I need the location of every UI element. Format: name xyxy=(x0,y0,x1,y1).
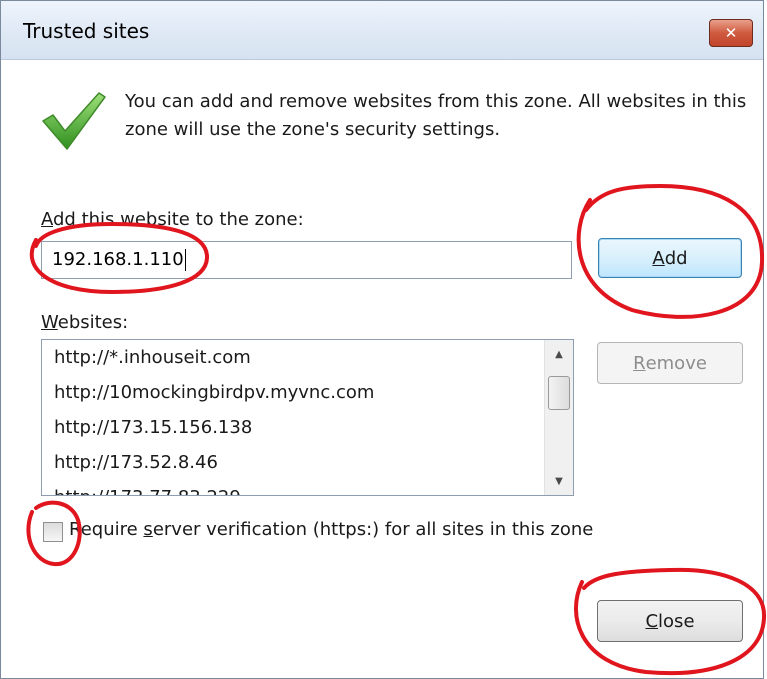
website-url-input[interactable]: 192.168.1.110 xyxy=(41,241,572,279)
trusted-sites-dialog: Trusted sites ✕ You can add and remove w… xyxy=(0,0,764,679)
require-verification-label[interactable]: Require server verification (https:) for… xyxy=(69,519,593,540)
intro-text: You can add and remove websites from thi… xyxy=(125,91,747,140)
websites-list-items: http://*.inhouseit.com http://10mockingb… xyxy=(42,340,545,495)
list-item[interactable]: http://10mockingbirdpv.myvnc.com xyxy=(42,375,545,410)
scroll-up-arrow-icon[interactable]: ▲ xyxy=(545,340,573,368)
add-website-label: Add this website to the zone: xyxy=(41,209,304,230)
close-icon: ✕ xyxy=(724,24,738,42)
require-verification-checkbox[interactable] xyxy=(43,522,63,542)
list-item[interactable]: http://173.77.83.229 xyxy=(42,480,545,495)
websites-scrollbar[interactable]: ▲ ▼ xyxy=(544,340,573,495)
list-item[interactable]: http://*.inhouseit.com xyxy=(42,340,545,375)
scroll-down-arrow-icon[interactable]: ▼ xyxy=(545,467,573,495)
scrollbar-thumb[interactable] xyxy=(548,376,570,410)
add-button[interactable]: Add xyxy=(598,238,742,278)
websites-list[interactable]: http://*.inhouseit.com http://10mockingb… xyxy=(41,339,574,496)
websites-label: Websites: xyxy=(41,312,129,333)
dialog-title: Trusted sites xyxy=(23,19,150,43)
title-bar: Trusted sites ✕ xyxy=(1,1,763,60)
remove-button[interactable]: Remove xyxy=(597,342,743,384)
checkmark-icon xyxy=(42,92,106,150)
close-button[interactable]: Close xyxy=(597,600,743,642)
list-item[interactable]: http://173.52.8.46 xyxy=(42,445,545,480)
list-item[interactable]: http://173.15.156.138 xyxy=(42,410,545,445)
window-close-button[interactable]: ✕ xyxy=(709,19,753,47)
